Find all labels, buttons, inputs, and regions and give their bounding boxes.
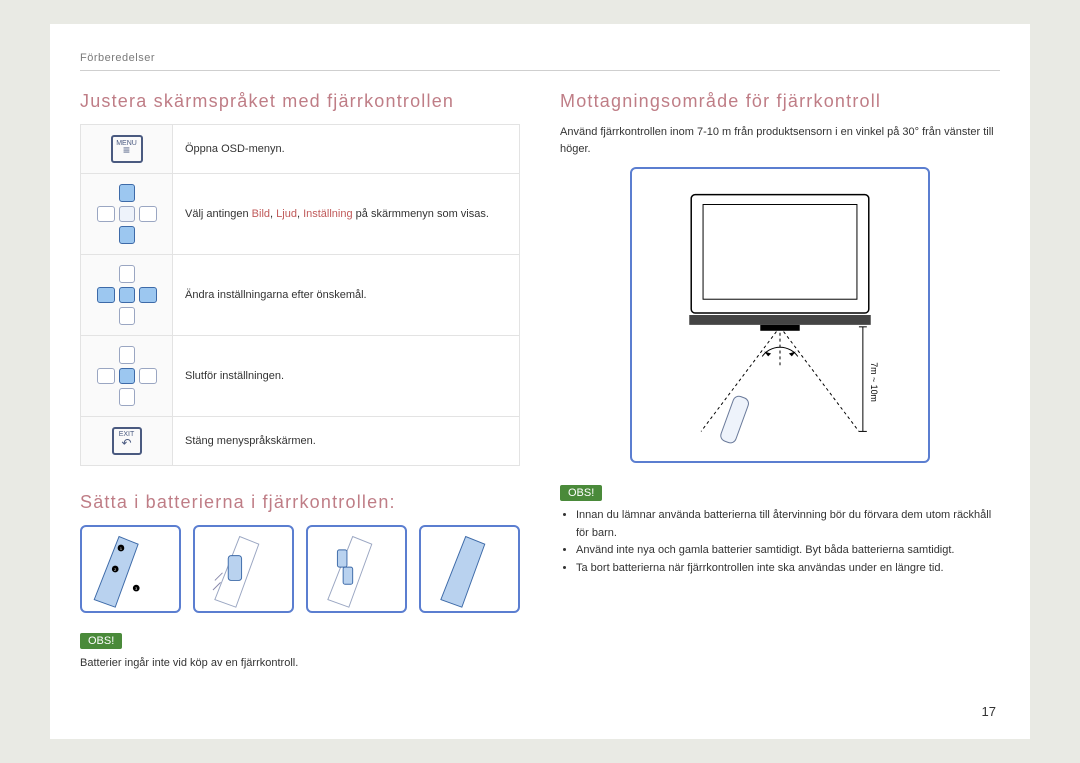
battery-fig-3 bbox=[306, 525, 407, 613]
instr-row-2: Välj antingen Bild, Ljud, Inställning på… bbox=[173, 174, 520, 255]
row2-word2: Ljud bbox=[276, 208, 297, 220]
row2-prefix: Välj antingen bbox=[185, 208, 252, 220]
right-column: Mottagningsområde för fjärrkontroll Anvä… bbox=[560, 91, 1000, 672]
battery-figures: 1 2 3 bbox=[80, 525, 520, 613]
instr-row-4: Slutför inställningen. bbox=[173, 336, 520, 417]
instr-row-5: Stäng menyspråkskärmen. bbox=[173, 417, 520, 466]
obs-label-left: OBS! bbox=[80, 633, 122, 649]
instr-row-3: Ändra inställningarna efter önskemål. bbox=[173, 255, 520, 336]
battery-fig-1: 1 2 3 bbox=[80, 525, 181, 613]
left-column: Justera skärmspråket med fjärrkontrollen… bbox=[80, 91, 520, 672]
right-intro: Använd fjärrkontrollen inom 7-10 m från … bbox=[560, 124, 1000, 157]
exit-icon-cell: EXIT bbox=[81, 417, 173, 466]
left-heading-2: Sätta i batterierna i fjärrkontrollen: bbox=[80, 492, 520, 513]
obs-item-2: Använd inte nya och gamla batterier samt… bbox=[576, 542, 1000, 560]
left-heading-1: Justera skärmspråket med fjärrkontrollen bbox=[80, 91, 520, 112]
dpad-center-icon bbox=[81, 336, 173, 417]
right-heading: Mottagningsområde för fjärrkontroll bbox=[560, 91, 1000, 112]
svg-text:2: 2 bbox=[114, 568, 116, 572]
obs-item-1: Innan du lämnar använda batterierna till… bbox=[576, 507, 1000, 542]
obs-text-left: Batterier ingår inte vid köp av en fjärr… bbox=[80, 655, 520, 672]
obs-item-3: Ta bort batterierna när fjärrkontrollen … bbox=[576, 560, 1000, 578]
battery-fig-2 bbox=[193, 525, 294, 613]
dpad-updown-icon bbox=[81, 174, 173, 255]
svg-text:1: 1 bbox=[120, 547, 122, 551]
menu-button-icon: MENU bbox=[111, 135, 143, 163]
instr-row-1: Öppna OSD-menyn. bbox=[173, 125, 520, 174]
dpad-leftright-icon bbox=[81, 255, 173, 336]
instruction-table: MENU Öppna OSD-menyn. bbox=[80, 124, 520, 466]
obs-label-right: OBS! bbox=[560, 485, 602, 501]
row2-suffix: på skärmmenyn som visas. bbox=[353, 208, 489, 220]
battery-fig-4 bbox=[419, 525, 520, 613]
distance-label: 7m ~ 10m bbox=[869, 362, 879, 402]
svg-text:3: 3 bbox=[135, 587, 137, 591]
reception-diagram: 7m ~ 10m bbox=[630, 167, 930, 463]
row2-word1: Bild bbox=[252, 208, 270, 220]
section-header: Förberedelser bbox=[80, 52, 1000, 71]
exit-button-icon: EXIT bbox=[112, 427, 142, 455]
row2-word3: Inställning bbox=[303, 208, 353, 220]
page-number: 17 bbox=[982, 704, 996, 719]
menu-icon-cell: MENU bbox=[81, 125, 173, 174]
obs-list-right: Innan du lämnar använda batterierna till… bbox=[560, 507, 1000, 577]
